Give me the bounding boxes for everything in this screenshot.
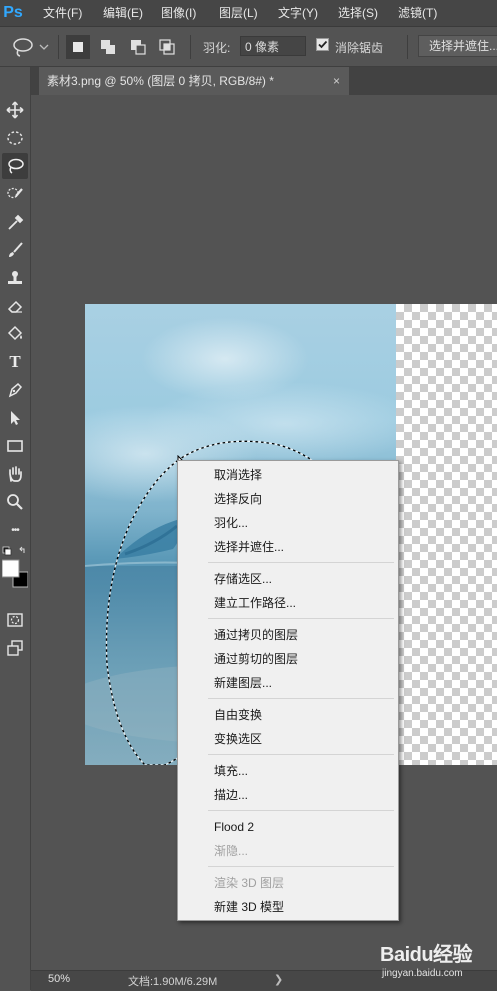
subtract-from-selection-icon[interactable]	[126, 35, 150, 59]
feather-label: 羽化:	[203, 41, 231, 55]
menu-item-save-selection[interactable]: 存储选区...	[214, 570, 272, 588]
paint-bucket-icon	[7, 325, 23, 341]
quick-select-icon	[7, 187, 23, 199]
menu-item-fill[interactable]: 填充...	[214, 762, 248, 780]
zoom-icon	[7, 494, 23, 510]
close-icon[interactable]: ×	[333, 67, 340, 95]
more-icon: •••	[11, 524, 19, 536]
menu-item-render-3d-layer: 渲染 3D 图层	[214, 876, 285, 890]
chevron-right-icon[interactable]: ❯	[274, 973, 283, 986]
menu-separator	[208, 810, 394, 811]
menu-image[interactable]: 图像(I)	[161, 0, 196, 26]
menu-item-transform-selection[interactable]: 变换选区	[214, 730, 262, 748]
intersect-selection-icon[interactable]	[155, 35, 179, 59]
menu-select[interactable]: 选择(S)	[338, 0, 378, 26]
document-tab[interactable]: 素材3.png @ 50% (图层 0 拷贝, RGB/8#) *	[39, 67, 349, 95]
type-tool[interactable]: T	[2, 349, 28, 375]
lasso-preset-icon[interactable]	[10, 36, 50, 58]
stamp-icon	[8, 271, 22, 284]
menu-item-deselect[interactable]: 取消选择	[214, 466, 262, 484]
menu-item-make-work-path[interactable]: 建立工作路径...	[214, 594, 296, 612]
menu-item-fade: 渐隐...	[214, 844, 249, 858]
menu-item-free-transform[interactable]: 自由变换	[214, 706, 262, 724]
eyedropper-tool[interactable]	[2, 209, 28, 235]
eyedropper-icon	[8, 214, 24, 230]
hand-icon	[9, 466, 22, 482]
antialias-label: 消除锯齿	[335, 41, 384, 55]
watermark-brand: Baidu经验	[380, 944, 473, 966]
more-tools[interactable]: •••	[2, 517, 28, 543]
menu-type[interactable]: 文字(Y)	[278, 0, 318, 26]
menu-item-flood[interactable]: Flood 2	[214, 818, 254, 836]
menu-separator	[208, 618, 394, 619]
new-selection-icon[interactable]	[66, 35, 90, 59]
paint-bucket-tool[interactable]	[2, 321, 28, 347]
menu-item-select-inverse[interactable]: 选择反向	[214, 490, 262, 508]
watermark-url: jingyan.baidu.com	[382, 968, 463, 979]
screen-mode-button[interactable]	[2, 635, 28, 661]
menu-item-layer-via-copy[interactable]: 通过拷贝的图层	[214, 626, 298, 644]
zoom-tool[interactable]	[2, 489, 28, 515]
menu-separator	[208, 562, 394, 563]
marquee-icon	[7, 131, 23, 145]
context-menu: 取消选择 选择反向 羽化... 选择并遮住... 存储选区... 建立工作路径.…	[177, 460, 399, 921]
select-and-mask-button[interactable]: 选择并遮住...	[418, 35, 497, 57]
quick-mask-icon	[7, 613, 23, 627]
transparent-area	[396, 304, 497, 765]
menu-item-layer-via-cut[interactable]: 通过剪切的图层	[214, 650, 298, 668]
document-tab-title: 素材3.png @ 50% (图层 0 拷贝, RGB/8#) *	[47, 74, 274, 88]
menu-item-stroke[interactable]: 描边...	[214, 786, 248, 804]
menu-item-new-3d-model[interactable]: 新建 3D 模型	[214, 898, 284, 916]
brush-tool[interactable]	[2, 237, 28, 263]
feather-input[interactable]: 0 像素	[240, 36, 306, 56]
menu-layer[interactable]: 图层(L)	[219, 0, 258, 26]
menu-separator	[208, 698, 394, 699]
document-tab-bar: 素材3.png @ 50% (图层 0 拷贝, RGB/8#) * ×	[31, 67, 497, 95]
move-icon	[6, 101, 24, 119]
pen-icon	[8, 382, 23, 398]
type-icon: T	[9, 352, 21, 371]
zoom-level[interactable]: 50%	[48, 973, 70, 985]
quick-select-tool[interactable]	[2, 181, 28, 207]
menu-separator	[208, 866, 394, 867]
marquee-tool[interactable]	[2, 125, 28, 151]
menu-edit[interactable]: 编辑(E)	[103, 0, 143, 26]
menu-filter[interactable]: 滤镜(T)	[398, 0, 437, 26]
pen-tool[interactable]	[2, 377, 28, 403]
path-select-icon	[11, 411, 20, 425]
add-to-selection-icon[interactable]	[96, 35, 120, 59]
menu-item-select-and-mask[interactable]: 选择并遮住...	[214, 538, 284, 556]
menu-separator	[208, 754, 394, 755]
tools-panel: T •••	[0, 67, 31, 990]
lasso-icon	[8, 158, 24, 174]
menu-item-new-layer[interactable]: 新建图层...	[214, 674, 272, 692]
brush-icon	[9, 242, 23, 257]
menu-item-feather[interactable]: 羽化...	[214, 514, 248, 532]
document-size: 文档:1.90M/6.29M	[128, 976, 218, 988]
quick-mask-button[interactable]	[2, 607, 28, 633]
options-bar: 羽化: 0 像素 消除锯齿 选择并遮住...	[0, 27, 497, 67]
screen-mode-icon	[7, 640, 23, 656]
checkmark-icon	[318, 40, 328, 49]
antialias-checkbox[interactable]	[316, 38, 329, 51]
menu-bar: Ps 文件(F) 编辑(E) 图像(I) 图层(L) 文字(Y) 选择(S) 滤…	[0, 0, 497, 27]
photoshop-logo: Ps	[3, 4, 23, 21]
move-tool[interactable]	[2, 97, 28, 123]
rectangle-tool[interactable]	[2, 433, 28, 459]
stamp-tool[interactable]	[2, 265, 28, 291]
eraser-icon	[7, 300, 23, 313]
eraser-tool[interactable]	[2, 293, 28, 319]
baidu-watermark: Baidu经验 jingyan.baidu.com	[380, 938, 495, 986]
hand-tool[interactable]	[2, 461, 28, 487]
rectangle-icon	[7, 440, 23, 452]
color-swatches[interactable]	[2, 546, 28, 602]
lasso-tool[interactable]	[2, 153, 28, 179]
path-select-tool[interactable]	[2, 405, 28, 431]
menu-file[interactable]: 文件(F)	[43, 0, 82, 26]
